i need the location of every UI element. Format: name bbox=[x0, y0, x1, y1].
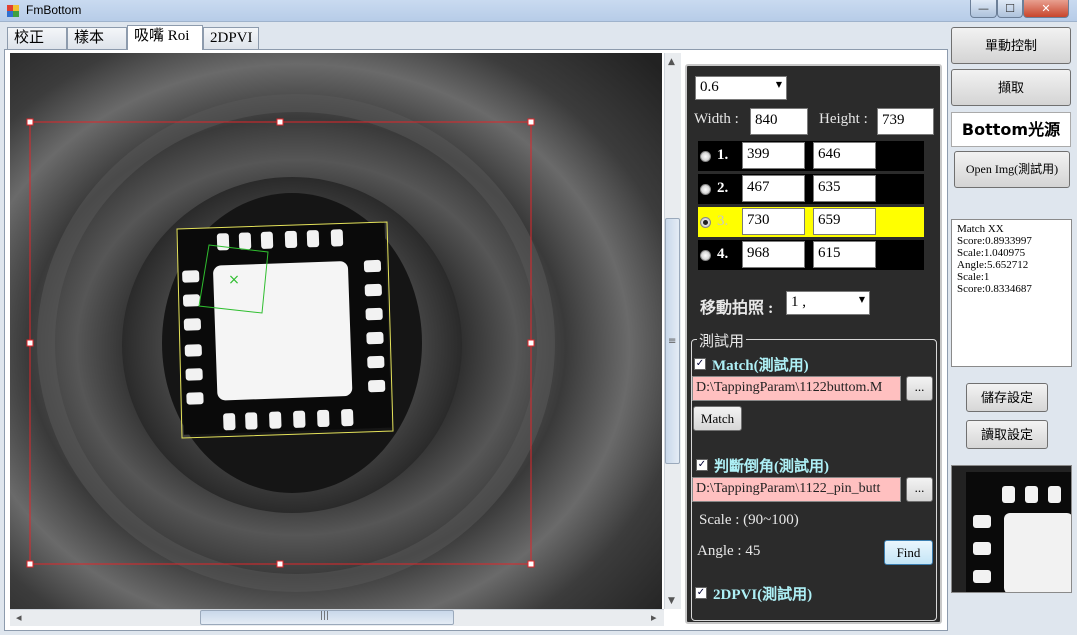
roi-handle[interactable] bbox=[26, 339, 34, 347]
chamfer-path-input[interactable]: D:\TappingParam\1122_pin_butt bbox=[692, 477, 901, 502]
width-input[interactable]: 840 bbox=[750, 108, 808, 135]
chamfer-checkbox[interactable]: ✓ bbox=[696, 459, 708, 471]
open-image-button[interactable]: Open Img(測試用) bbox=[954, 151, 1070, 188]
test-group-title: 測試用 bbox=[697, 330, 747, 351]
scroll-left-arrow[interactable]: ◂ bbox=[16, 611, 22, 624]
point-row-2[interactable]: 2. 467 635 bbox=[698, 174, 924, 204]
point-number: 1. bbox=[717, 147, 729, 163]
pin-center-marker: × bbox=[228, 272, 240, 288]
match-checkbox-label: Match(測試用) bbox=[712, 358, 809, 374]
point-x-input[interactable]: 467 bbox=[742, 175, 805, 202]
bottom-light-label: Bottom光源 bbox=[951, 112, 1071, 147]
camera-image-view[interactable]: × bbox=[10, 53, 662, 609]
roi-handle[interactable] bbox=[26, 560, 34, 568]
point-x-input[interactable]: 968 bbox=[742, 241, 805, 268]
scroll-up-arrow[interactable]: ▲ bbox=[668, 57, 675, 67]
preview-thumbnail bbox=[951, 465, 1072, 593]
scroll-down-arrow[interactable]: ▼ bbox=[668, 596, 675, 606]
app-icon bbox=[7, 5, 19, 17]
pvi-checkbox-label: 2DPVI(測試用) bbox=[713, 587, 813, 603]
dropdown-arrow-icon: ▼ bbox=[775, 80, 782, 89]
tab-sample[interactable]: 樣本 bbox=[67, 27, 127, 49]
point-y-input[interactable]: 646 bbox=[813, 142, 876, 169]
scale-range-text: Scale : (90~100) bbox=[699, 512, 799, 528]
tab-nozzle-roi[interactable]: 吸嘴 Roi bbox=[127, 25, 203, 50]
match-button[interactable]: Match bbox=[693, 406, 742, 431]
point-x-input[interactable]: 730 bbox=[742, 208, 805, 235]
dropdown-arrow-icon: ▼ bbox=[858, 295, 865, 304]
roi-handle[interactable] bbox=[26, 118, 34, 126]
preview-image bbox=[952, 466, 1071, 592]
point-number: 2. bbox=[717, 180, 729, 196]
roi-handle[interactable] bbox=[276, 118, 284, 126]
result-line: Scale:1.040975 bbox=[957, 247, 1026, 259]
width-label: Width : bbox=[694, 111, 739, 127]
point-number: 4. bbox=[717, 246, 729, 262]
result-textbox[interactable]: Match XX Score:0.8933997 Scale:1.040975 … bbox=[951, 219, 1072, 367]
pvi-checkbox[interactable]: ✓ bbox=[695, 587, 707, 599]
window-title: FmBottom bbox=[26, 3, 82, 17]
scroll-right-arrow[interactable]: ▸ bbox=[651, 611, 657, 624]
grip-icon: ≡ bbox=[668, 336, 677, 347]
chamfer-browse-button[interactable]: ... bbox=[906, 477, 933, 502]
title-bar bbox=[0, 0, 1077, 22]
point-row-1[interactable]: 1. 399 646 bbox=[698, 141, 924, 171]
point-radio[interactable] bbox=[700, 184, 711, 195]
result-line: Scale:1 bbox=[957, 271, 990, 283]
point-radio[interactable] bbox=[700, 250, 711, 261]
save-settings-button[interactable]: 儲存設定 bbox=[966, 383, 1048, 412]
match-checkbox[interactable]: ✓ bbox=[694, 358, 706, 370]
find-button[interactable]: Find bbox=[884, 540, 933, 565]
move-capture-value: 1 , bbox=[791, 294, 806, 310]
height-input[interactable]: 739 bbox=[877, 108, 934, 135]
minimize-button[interactable]: — bbox=[970, 0, 997, 18]
match-path-input[interactable]: D:\TappingParam\1122buttom.M bbox=[692, 376, 901, 401]
tab-calibration[interactable]: 校正 bbox=[7, 27, 67, 49]
point-y-input[interactable]: 659 bbox=[813, 208, 876, 235]
match-browse-button[interactable]: ... bbox=[906, 376, 933, 401]
point-y-input[interactable]: 635 bbox=[813, 175, 876, 202]
grip-icon: ||| bbox=[320, 611, 330, 621]
capture-button[interactable]: 擷取 bbox=[951, 69, 1071, 106]
close-button[interactable]: ✕ bbox=[1023, 0, 1069, 18]
chamfer-checkbox-label: 判斷倒角(測試用) bbox=[714, 459, 829, 475]
point-x-input[interactable]: 399 bbox=[742, 142, 805, 169]
point-radio[interactable] bbox=[700, 151, 711, 162]
scale-select-value: 0.6 bbox=[700, 79, 719, 95]
point-y-input[interactable]: 615 bbox=[813, 241, 876, 268]
point-row-3[interactable]: 3. 730 659 bbox=[698, 207, 924, 237]
result-line: Score:0.8933997 bbox=[957, 235, 1032, 247]
roi-handle[interactable] bbox=[527, 560, 535, 568]
manual-control-button[interactable]: 單動控制 bbox=[951, 27, 1071, 64]
point-row-4[interactable]: 4. 968 615 bbox=[698, 240, 924, 270]
roi-handle[interactable] bbox=[527, 118, 535, 126]
tab-2dpvi[interactable]: 2DPVI bbox=[203, 27, 259, 49]
result-line: Angle:5.652712 bbox=[957, 259, 1029, 271]
roi-handle[interactable] bbox=[527, 339, 535, 347]
maximize-button[interactable]: ☐ bbox=[997, 0, 1023, 18]
result-line: Match XX bbox=[957, 223, 1004, 235]
move-capture-select[interactable]: 1 , ▼ bbox=[786, 291, 870, 315]
point-number: 3. bbox=[717, 213, 729, 229]
angle-text: Angle : 45 bbox=[697, 543, 761, 559]
point-radio[interactable] bbox=[700, 217, 711, 228]
roi-handle[interactable] bbox=[276, 560, 284, 568]
scale-select[interactable]: 0.6 ▼ bbox=[695, 76, 787, 100]
result-line: Score:0.8334687 bbox=[957, 283, 1032, 295]
height-label: Height : bbox=[819, 111, 868, 127]
camera-image: × bbox=[10, 53, 662, 609]
move-capture-label: 移動拍照 : bbox=[700, 300, 774, 317]
load-settings-button[interactable]: 讀取設定 bbox=[966, 420, 1048, 449]
